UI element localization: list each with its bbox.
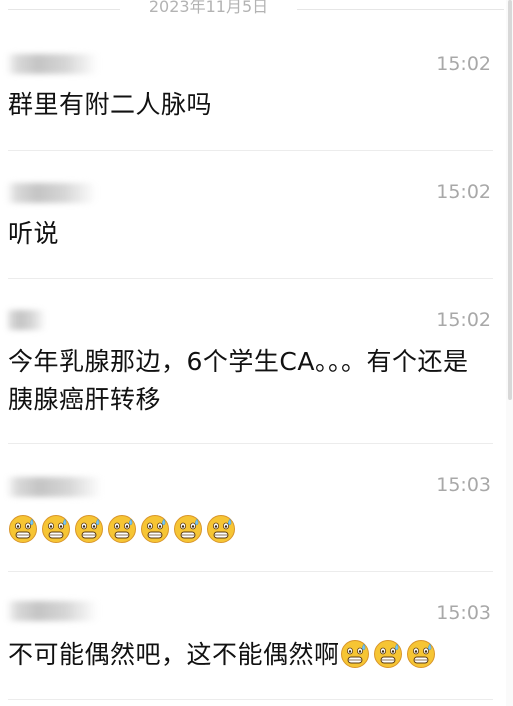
message-time: 15:03	[436, 602, 491, 624]
sweating-grin-emoji-icon	[74, 514, 104, 544]
message-separator	[8, 699, 493, 700]
sweating-grin-emoji-icon	[41, 514, 71, 544]
message-time: 15:02	[436, 309, 491, 331]
sender-name-blurred	[6, 310, 46, 330]
sweating-grin-emoji-icon	[107, 514, 137, 544]
sweating-grin-emoji-icon	[206, 514, 236, 544]
sweating-grin-emoji-icon	[373, 639, 403, 669]
chat-message[interactable]: 15:02 听说	[0, 150, 513, 279]
emoji-group	[8, 515, 239, 544]
chat-history-page: 2023年11月5日 15:02 群里有附二人脉吗 15:02 听说 15:02…	[0, 0, 513, 706]
date-label: 2023年11月5日	[148, 0, 269, 16]
message-text: 不可能偶然吧，这不能偶然啊	[8, 640, 340, 669]
message-text: 听说	[8, 219, 60, 248]
emoji-group	[340, 640, 439, 669]
divider-line-right	[297, 9, 504, 10]
sweating-grin-emoji-icon	[140, 514, 170, 544]
scrollbar[interactable]	[506, 0, 513, 706]
sweating-grin-emoji-icon	[8, 514, 38, 544]
message-text-row: 不可能偶然吧，这不能偶然啊	[8, 636, 493, 674]
message-emoji-row	[8, 511, 483, 549]
sweating-grin-emoji-icon	[340, 639, 370, 669]
sweating-grin-emoji-icon	[406, 639, 436, 669]
sweating-grin-emoji-icon	[173, 514, 203, 544]
sender-name-blurred	[6, 601, 98, 621]
sender-name-blurred	[6, 183, 96, 203]
message-text: 今年乳腺那边，6个学生CA。。。有个还是胰腺癌肝转移	[8, 347, 469, 414]
sender-name-blurred	[6, 477, 102, 497]
message-time: 15:02	[436, 53, 491, 75]
sender-name-blurred	[6, 54, 98, 74]
date-divider: 2023年11月5日	[0, 0, 513, 20]
message-text: 群里有附二人脉吗	[8, 90, 213, 119]
message-time: 15:02	[436, 181, 491, 203]
chat-message[interactable]: 15:02 今年乳腺那边，6个学生CA。。。有个还是胰腺癌肝转移	[0, 278, 513, 444]
chat-message[interactable]: 15:03 不可能偶然吧，这不能偶然啊	[0, 571, 513, 706]
scrollbar-thumb[interactable]	[508, 0, 512, 400]
divider-line-left	[8, 9, 120, 10]
chat-message[interactable]: 15:02 群里有附二人脉吗	[0, 20, 513, 151]
message-time: 15:03	[436, 474, 491, 496]
chat-message[interactable]: 15:03	[0, 443, 513, 572]
